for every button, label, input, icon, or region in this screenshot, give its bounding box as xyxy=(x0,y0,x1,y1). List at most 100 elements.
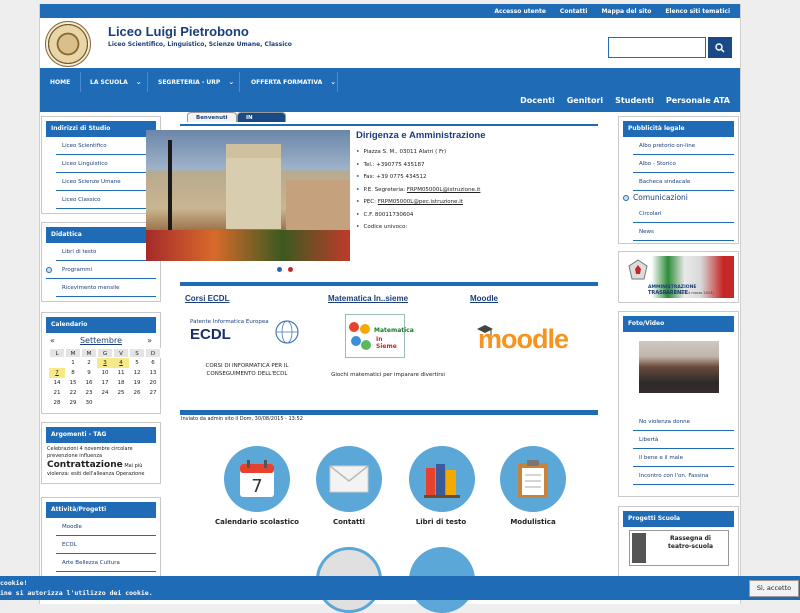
nav-home[interactable]: HOME xyxy=(42,72,81,92)
trasparente-box[interactable]: AMMINISTRAZIONE TRASPARENTE (D.lgs n. 33… xyxy=(618,251,739,303)
calendario-scolastico-label[interactable]: Calendario scolastico xyxy=(212,518,302,526)
info-fax: • Fax: +39 0775 434512 xyxy=(356,174,427,180)
calendar-day[interactable]: 19 xyxy=(129,378,145,388)
ecdl-logo[interactable]: Patente Informatica Europea ECDL xyxy=(188,315,304,351)
audience-nav: Docenti Genitori Studenti Personale ATA xyxy=(508,96,730,105)
school-logo[interactable] xyxy=(45,21,91,67)
calendar-day[interactable]: 9 xyxy=(81,368,97,378)
calendar-month[interactable]: Settembre xyxy=(80,336,122,345)
nav-studenti[interactable]: Studenti xyxy=(615,96,654,105)
link-news[interactable]: News xyxy=(633,223,734,241)
nav-segreteria[interactable]: SEGRETERIA - URP ⌄ xyxy=(150,72,240,92)
calendar-day[interactable]: 11 xyxy=(113,368,129,378)
link-albo-storico[interactable]: Albo - Storico xyxy=(633,155,734,173)
calendar-day[interactable]: 21 xyxy=(49,388,65,398)
tag-link[interactable]: Celebrazioni 4 novembre circolare preven… xyxy=(47,446,133,459)
calendar-day[interactable]: 30 xyxy=(81,398,97,408)
calendar-day[interactable]: 18 xyxy=(113,378,129,388)
calendar-day[interactable]: 26 xyxy=(129,388,145,398)
libri-di-testo-button[interactable] xyxy=(409,446,475,512)
calendar-day[interactable]: 8 xyxy=(65,368,81,378)
link-moodle[interactable]: Moodle xyxy=(56,518,156,536)
group-photo[interactable] xyxy=(639,341,719,393)
calendar-day[interactable]: 15 xyxy=(65,378,81,388)
calendar-day[interactable]: 12 xyxy=(129,368,145,378)
calendar-day[interactable]: 17 xyxy=(97,378,113,388)
link-arte[interactable]: Arte Bellezza Cultura xyxy=(56,554,156,572)
site-title[interactable]: Liceo Luigi Pietrobono xyxy=(108,24,249,39)
calendar-day[interactable]: 27 xyxy=(145,388,161,398)
slide-dot-2[interactable] xyxy=(288,267,293,272)
calendar-day[interactable]: 4 xyxy=(113,358,129,368)
calendar-prev-button[interactable]: « xyxy=(50,336,55,345)
calendar-day[interactable]: 13 xyxy=(145,368,161,378)
link-scienze-umane[interactable]: Liceo Scienze Umane xyxy=(56,173,156,191)
link-circolari[interactable]: Circolari xyxy=(633,205,734,223)
link-incontro-fassina[interactable]: Incontro con l'on. Fassina xyxy=(633,467,734,485)
calendar-day[interactable]: 3 xyxy=(97,358,113,368)
calendar-day[interactable]: 23 xyxy=(81,388,97,398)
contatti-button[interactable] xyxy=(316,446,382,512)
tab-in-evidenza[interactable]: IN EVIDENZA xyxy=(237,112,287,131)
calendar-day[interactable]: 16 xyxy=(81,378,97,388)
nav-genitori[interactable]: Genitori xyxy=(567,96,603,105)
modulistica-label[interactable]: Modulistica xyxy=(488,518,578,526)
link-liberta[interactable]: Libertà xyxy=(633,431,734,449)
calendar-day[interactable]: 1 xyxy=(65,358,81,368)
nav-offerta[interactable]: OFFERTA FORMATIVA ⌄ xyxy=(243,72,338,92)
featured-photo[interactable] xyxy=(146,130,350,261)
search-button[interactable] xyxy=(708,37,732,58)
calendario-scolastico-button[interactable]: 7 xyxy=(224,446,290,512)
trasparente-banner: AMMINISTRAZIONE TRASPARENTE (D.lgs n. 33… xyxy=(624,256,734,298)
matematica-title[interactable]: Matematica In..sieme xyxy=(328,294,408,303)
calendar-day[interactable]: 7 xyxy=(49,368,65,378)
tag-contrattazione[interactable]: Contrattazione xyxy=(47,460,123,470)
calendar-day[interactable]: 14 xyxy=(49,378,65,388)
link-bacheca[interactable]: Bacheca sindacale xyxy=(633,173,734,191)
ecdl-title[interactable]: Corsi ECDL xyxy=(185,294,229,303)
calendar-day[interactable]: 24 xyxy=(97,388,113,398)
pec-link[interactable]: FRPM05000L@pec.istruzione.it xyxy=(378,199,463,205)
slide-dot-1[interactable] xyxy=(277,267,282,272)
utility-link-accesso[interactable]: Accesso utente xyxy=(494,8,546,15)
moodle-logo[interactable]: moodle xyxy=(474,322,590,356)
calendar-day[interactable]: 28 xyxy=(49,398,65,408)
nav-docenti[interactable]: Docenti xyxy=(520,96,555,105)
cookie-accept-button[interactable]: Sì, accetto xyxy=(749,580,799,597)
modulistica-button[interactable] xyxy=(500,446,566,512)
email-link[interactable]: FRPM05000L@istruzione.it xyxy=(407,187,481,193)
link-albo-pretorio[interactable]: Albo pretorio on-line xyxy=(633,137,734,155)
link-comunicazioni[interactable]: Comunicazioni xyxy=(623,191,734,205)
calendar-day[interactable]: 29 xyxy=(65,398,81,408)
search-input[interactable] xyxy=(608,37,706,58)
calendar-day[interactable]: 25 xyxy=(113,388,129,398)
nav-personale-ata[interactable]: Personale ATA xyxy=(666,96,730,105)
link-classico[interactable]: Liceo Classico xyxy=(56,191,156,209)
link-ricevimento[interactable]: Ricevimento mensile xyxy=(56,279,156,297)
news-title[interactable]: Dirigenza e Amministrazione xyxy=(356,130,486,141)
link-no-violenza[interactable]: No violenza donne xyxy=(633,413,734,431)
tab-benvenuti[interactable]: Benvenuti xyxy=(187,112,237,122)
calendar-day[interactable]: 6 xyxy=(145,358,161,368)
utility-link-contatti[interactable]: Contatti xyxy=(560,8,588,15)
link-bene-male[interactable]: Il bene e il male xyxy=(633,449,734,467)
link-scientifico[interactable]: Liceo Scientifico xyxy=(56,137,156,155)
link-programmi[interactable]: Programmi xyxy=(46,261,156,279)
libri-di-testo-label[interactable]: Libri di testo xyxy=(396,518,486,526)
calendar-day[interactable]: 2 xyxy=(81,358,97,368)
matematica-logo[interactable]: Matematica In Sieme xyxy=(345,314,414,358)
utility-link-mappa[interactable]: Mappa del sito xyxy=(601,8,651,15)
moodle-title[interactable]: Moodle xyxy=(470,294,498,303)
calendar-day[interactable]: 5 xyxy=(129,358,145,368)
link-ecdl[interactable]: ECDL xyxy=(56,536,156,554)
link-linguistico[interactable]: Liceo Linguistico xyxy=(56,155,156,173)
calendar-next-button[interactable]: » xyxy=(147,336,152,345)
link-libri-di-testo[interactable]: Libri di testo xyxy=(56,243,156,261)
contatti-label[interactable]: Contatti xyxy=(304,518,394,526)
calendar-day[interactable]: 20 xyxy=(145,378,161,388)
calendar-day[interactable]: 22 xyxy=(65,388,81,398)
teatro-banner[interactable]: Rassegna di teatro-scuola xyxy=(629,530,729,566)
nav-la-scuola[interactable]: LA SCUOLA ⌄ xyxy=(82,72,148,92)
utility-link-siti[interactable]: Elenco siti tematici xyxy=(665,8,730,15)
calendar-day[interactable]: 10 xyxy=(97,368,113,378)
